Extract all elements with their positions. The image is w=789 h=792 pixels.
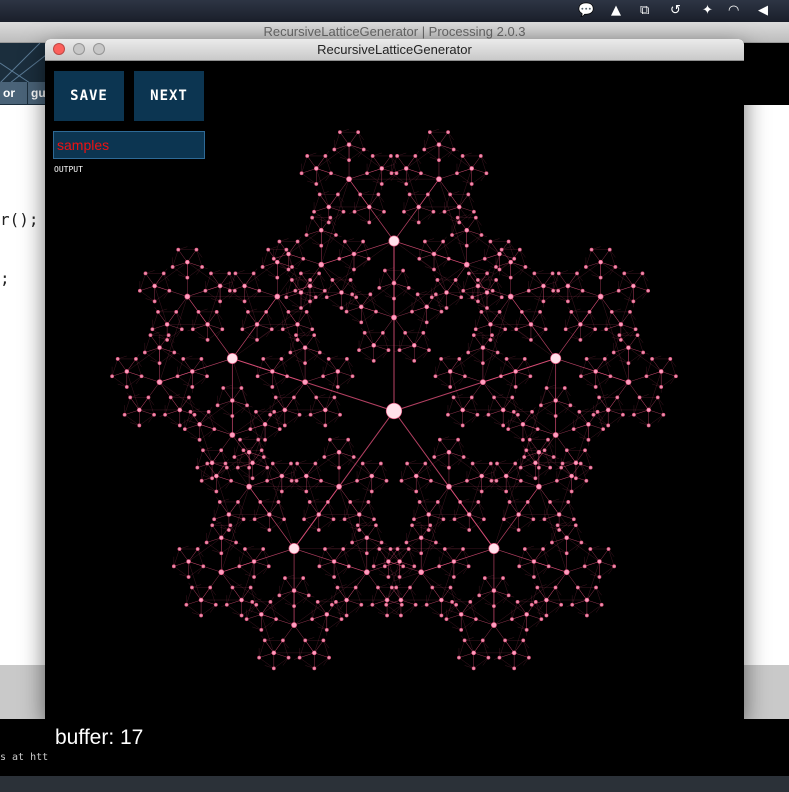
ide-bottom-bar xyxy=(0,776,789,792)
sync-icon[interactable]: ⧉ xyxy=(640,3,649,19)
volume-icon[interactable]: ◀ xyxy=(758,3,768,19)
output-label: OUTPUT xyxy=(54,165,83,174)
console-text: s at htt xyxy=(0,752,49,763)
bluetooth-icon[interactable]: ✦ xyxy=(702,3,713,19)
save-button[interactable]: SAVE xyxy=(54,71,124,121)
sketch-titlebar: RecursiveLatticeGenerator xyxy=(45,39,744,61)
close-button[interactable] xyxy=(53,43,65,55)
ide-tab-1[interactable]: or xyxy=(0,82,27,104)
hangouts-icon[interactable]: 💬 xyxy=(578,3,594,19)
sketch-canvas[interactable]: SAVE NEXT OUTPUT xyxy=(45,61,744,719)
sketch-window-title: RecursiveLatticeGenerator xyxy=(317,42,472,57)
next-button[interactable]: NEXT xyxy=(134,71,204,121)
menu-bar: 💬 ▲ ⧉ ↺ ✦ ◠ ◀ xyxy=(0,0,789,22)
sketch-window: RecursiveLatticeGenerator SAVE NEXT OUTP… xyxy=(45,39,744,719)
recursive-lattice-fractal xyxy=(110,129,678,671)
time-machine-icon[interactable]: ↺ xyxy=(670,3,681,19)
minimize-button[interactable] xyxy=(73,43,85,55)
output-field[interactable] xyxy=(53,131,205,159)
code-line: r(); xyxy=(0,210,39,229)
buffer-status: buffer: 17 xyxy=(55,726,144,749)
lattice-lines xyxy=(111,129,677,669)
zoom-button[interactable] xyxy=(93,43,105,55)
wifi-icon[interactable]: ◠ xyxy=(728,3,739,19)
hat-icon[interactable]: ▲ xyxy=(611,3,621,19)
code-line: ; xyxy=(0,269,10,288)
